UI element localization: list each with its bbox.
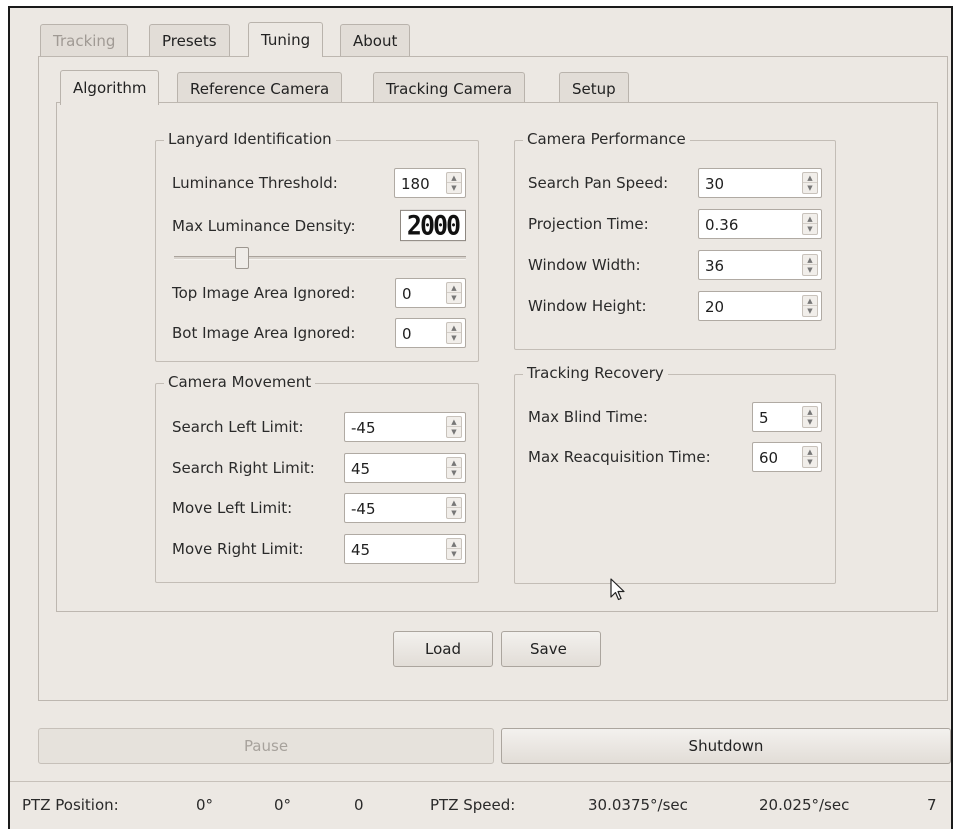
tab-presets-label: Presets <box>162 31 217 50</box>
spin-arrows-icon[interactable]: ▲ ▼ <box>802 406 818 428</box>
subtab-algorithm[interactable]: Algorithm <box>60 70 160 105</box>
search-right-spinbox[interactable]: 45 ▲ ▼ <box>344 453 466 483</box>
spin-arrows-icon[interactable]: ▲ ▼ <box>802 254 818 276</box>
performance-group-title: Camera Performance <box>523 130 690 148</box>
ptz-position-pan: 0° <box>196 796 214 814</box>
move-right-value: 45 <box>351 541 371 559</box>
tab-tracking[interactable]: Tracking <box>40 24 129 56</box>
max-reacquisition-spinbox[interactable]: 60 ▲ ▼ <box>752 442 822 472</box>
search-left-spinbox[interactable]: -45 ▲ ▼ <box>344 412 466 442</box>
tab-tuning[interactable]: Tuning <box>248 22 324 57</box>
top-area-spinbox[interactable]: 0 ▲ ▼ <box>395 278 466 308</box>
movement-group-title: Camera Movement <box>164 373 316 391</box>
lanyard-group-title: Lanyard Identification <box>164 130 336 148</box>
ptz-position-label: PTZ Position: <box>22 796 119 814</box>
move-right-label: Move Right Limit: <box>172 540 304 558</box>
pause-button[interactable]: Pause <box>38 728 494 764</box>
spin-arrows-icon[interactable]: ▲ ▼ <box>446 497 462 519</box>
app-window: Tracking Presets Tuning About Algorithm … <box>8 6 953 829</box>
tab-tracking-label: Tracking <box>53 31 116 50</box>
search-left-label: Search Left Limit: <box>172 418 304 436</box>
move-left-value: -45 <box>351 500 376 518</box>
subtab-reference-camera-label: Reference Camera <box>190 79 330 98</box>
window-height-label: Window Height: <box>528 297 647 315</box>
spin-arrows-icon[interactable]: ▲ ▼ <box>802 446 818 468</box>
subtab-reference-camera[interactable]: Reference Camera <box>177 72 343 104</box>
shutdown-button[interactable]: Shutdown <box>501 728 951 764</box>
slider-handle[interactable] <box>235 247 249 269</box>
shutdown-button-label: Shutdown <box>688 737 764 755</box>
pan-speed-value: 30 <box>705 175 725 193</box>
ptz-speed-tilt: 20.025°/sec <box>759 796 850 814</box>
bot-area-spinbox[interactable]: 0 ▲ ▼ <box>395 318 466 348</box>
tab-presets[interactable]: Presets <box>149 24 230 56</box>
spin-arrows-icon[interactable]: ▲ ▼ <box>446 322 462 344</box>
status-bar: PTZ Position: 0° 0° 0 PTZ Speed: 30.0375… <box>10 781 951 829</box>
luminance-density-lcd: 2000 <box>400 209 466 242</box>
ptz-position-zoom: 0 <box>354 796 364 814</box>
max-blind-time-value: 5 <box>759 409 769 427</box>
save-button-label: Save <box>530 640 567 658</box>
load-button[interactable]: Load <box>393 631 493 667</box>
top-area-label: Top Image Area Ignored: <box>172 284 356 302</box>
pan-speed-spinbox[interactable]: 30 ▲ ▼ <box>698 168 822 198</box>
tab-about-label: About <box>353 31 398 50</box>
window-height-spinbox[interactable]: 20 ▲ ▼ <box>698 291 822 321</box>
spin-arrows-icon[interactable]: ▲ ▼ <box>446 416 462 438</box>
window-width-value: 36 <box>705 257 725 275</box>
ptz-speed-pan: 30.0375°/sec <box>588 796 688 814</box>
max-blind-time-spinbox[interactable]: 5 ▲ ▼ <box>752 402 822 432</box>
luminance-threshold-spinbox[interactable]: 180 ▲ ▼ <box>394 168 466 198</box>
ptz-position-tilt: 0° <box>274 796 292 814</box>
save-button[interactable]: Save <box>501 631 601 667</box>
spin-arrows-icon[interactable]: ▲ ▼ <box>446 457 462 479</box>
projection-time-spinbox[interactable]: 0.36 ▲ ▼ <box>698 209 822 239</box>
spin-arrows-icon[interactable]: ▲ ▼ <box>446 282 462 304</box>
projection-time-value: 0.36 <box>705 216 739 234</box>
window-width-label: Window Width: <box>528 256 641 274</box>
mouse-cursor-icon <box>610 578 625 601</box>
subtab-setup[interactable]: Setup <box>559 72 629 104</box>
projection-time-label: Projection Time: <box>528 215 649 233</box>
spin-arrows-icon[interactable]: ▲ ▼ <box>446 172 462 194</box>
window-width-spinbox[interactable]: 36 ▲ ▼ <box>698 250 822 280</box>
subtab-tracking-camera[interactable]: Tracking Camera <box>373 72 526 104</box>
window-height-value: 20 <box>705 298 725 316</box>
move-left-spinbox[interactable]: -45 ▲ ▼ <box>344 493 466 523</box>
spin-arrows-icon[interactable]: ▲ ▼ <box>802 172 818 194</box>
recovery-group-title: Tracking Recovery <box>523 364 668 382</box>
move-right-spinbox[interactable]: 45 ▲ ▼ <box>344 534 466 564</box>
max-blind-time-label: Max Blind Time: <box>528 408 648 426</box>
ptz-speed-zoom: 7 <box>927 796 937 814</box>
ptz-speed-label: PTZ Speed: <box>430 796 516 814</box>
bot-area-label: Bot Image Area Ignored: <box>172 324 356 342</box>
tab-tuning-label: Tuning <box>261 31 311 49</box>
tab-about[interactable]: About <box>340 24 411 56</box>
pan-speed-label: Search Pan Speed: <box>528 174 669 192</box>
spin-arrows-icon[interactable]: ▲ ▼ <box>446 538 462 560</box>
subtab-algorithm-label: Algorithm <box>73 79 147 97</box>
max-luminance-density-label: Max Luminance Density: <box>172 217 356 235</box>
spin-arrows-icon[interactable]: ▲ ▼ <box>802 213 818 235</box>
luminance-density-value: 2000 <box>406 209 461 242</box>
top-area-value: 0 <box>402 285 412 303</box>
subtab-tracking-camera-label: Tracking Camera <box>386 79 513 98</box>
load-button-label: Load <box>425 640 461 658</box>
luminance-threshold-value: 180 <box>401 175 430 193</box>
move-left-label: Move Left Limit: <box>172 499 293 517</box>
max-reacquisition-label: Max Reacquisition Time: <box>528 448 711 466</box>
max-reacquisition-value: 60 <box>759 449 779 467</box>
bot-area-value: 0 <box>402 325 412 343</box>
luminance-density-slider[interactable] <box>174 256 466 260</box>
spin-arrows-icon[interactable]: ▲ ▼ <box>802 295 818 317</box>
subtab-setup-label: Setup <box>572 79 616 98</box>
pause-button-label: Pause <box>243 737 289 755</box>
search-right-value: 45 <box>351 460 371 478</box>
search-right-label: Search Right Limit: <box>172 459 315 477</box>
luminance-threshold-label: Luminance Threshold: <box>172 174 338 192</box>
search-left-value: -45 <box>351 419 376 437</box>
